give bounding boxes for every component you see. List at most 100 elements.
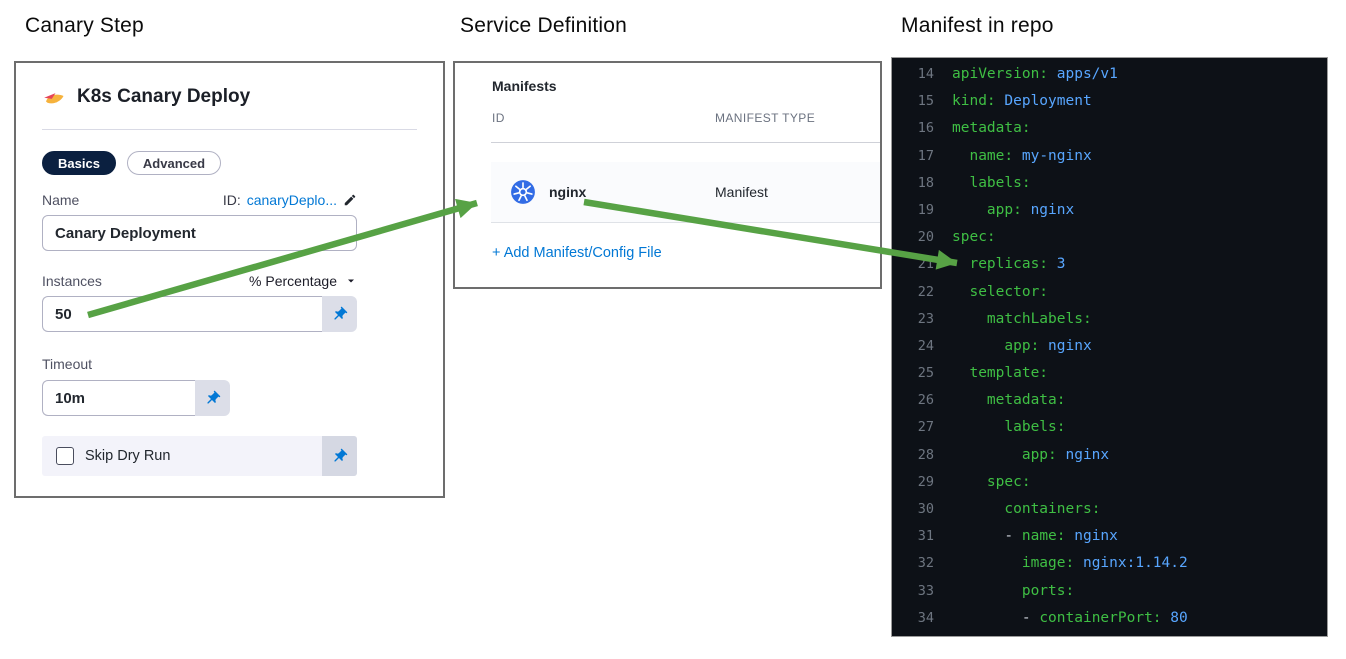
code-text: matchLabels: [986,310,1092,327]
line-number: 30 [917,501,934,517]
manifests-section-title: Manifests [492,78,557,94]
column-header-manifest-type: MANIFEST TYPE [715,111,816,125]
code-text: replicas: 3 [969,256,1066,273]
code-text: image: nginx:1.14.2 [1021,555,1188,572]
code-line: 18 labels: [892,170,1327,197]
canary-bird-icon [44,92,64,103]
code-text: name: my-nginx [969,147,1092,164]
column-header-id: ID [492,111,505,125]
code-line: 33 ports: [892,578,1327,605]
line-number: 15 [917,93,934,110]
code-line: 16 metadata: [892,115,1327,142]
instances-input[interactable] [42,296,322,332]
instances-unit-dropdown[interactable]: % Percentage [249,273,357,289]
manifest-type: Manifest [715,184,768,200]
skip-dry-run-row: Skip Dry Run [42,436,357,476]
step-id: ID: canaryDeplo... [223,192,357,208]
instances-pin-button[interactable] [322,296,357,332]
line-number: 29 [917,473,934,490]
step-title-row: K8s Canary Deploy [42,86,417,108]
code-line: 23 matchLabels: [892,306,1327,333]
line-number: 18 [917,174,934,191]
code-text: labels: [1004,419,1066,436]
code-text: - name: nginx [1004,528,1118,545]
pin-icon [334,306,348,319]
manifest-table-row[interactable]: nginx Manifest [491,162,880,223]
timeout-input[interactable] [42,380,195,416]
line-number: 25 [917,365,934,382]
code-line: 25 template: [892,360,1327,387]
add-manifest-link[interactable]: + Add Manifest/Config File [492,245,662,261]
instances-unit-value: % Percentage [249,273,337,289]
timeout-pin-button[interactable] [195,380,230,416]
manifest-id: nginx [549,184,587,200]
title-divider [42,129,417,130]
code-text: labels: [969,174,1031,191]
edit-pencil-icon[interactable] [343,193,357,207]
code-line: 31 - name: nginx [892,523,1327,550]
skip-dry-run-checkbox[interactable] [56,447,74,465]
canary-step-panel: K8s Canary Deploy Basics Advanced Name I… [14,61,445,498]
tab-basics[interactable]: Basics [42,151,116,175]
table-divider [491,142,880,143]
name-field: Name ID: canaryDeplo... [42,192,357,251]
line-number: 16 [917,120,934,137]
name-input[interactable] [42,215,357,251]
kubernetes-icon [511,180,535,204]
code-text: containers: [1004,501,1101,517]
pin-icon [334,448,348,461]
code-line: 19 app: nginx [892,197,1327,224]
skip-dry-run-pin-button[interactable] [322,436,357,476]
code-line: 28 app: nginx [892,442,1327,469]
code-line: 26 metadata: [892,387,1327,414]
code-line: 27 labels: [892,414,1327,441]
code-line: 21 replicas: 3 [892,251,1327,278]
step-tabs: Basics Advanced [42,151,417,175]
line-number: 19 [917,201,934,218]
line-number: 28 [917,446,934,463]
code-line: 29 spec: [892,469,1327,496]
heading-manifest-in-repo: Manifest in repo [901,14,1054,37]
name-label: Name [42,192,80,208]
code-text: spec: [986,473,1031,490]
line-number: 31 [917,528,934,545]
line-number: 23 [917,310,934,327]
code-line: 24 app: nginx [892,333,1327,360]
line-number: 22 [917,283,934,300]
code-line: 22 selector: [892,279,1327,306]
skip-dry-run-label: Skip Dry Run [85,448,171,464]
code-line: 34 - containerPort: 80 [892,605,1327,632]
tab-advanced[interactable]: Advanced [126,151,222,175]
chevron-down-icon [348,279,354,283]
service-definition-panel: Manifests ID MANIFEST TYPE nginx Manifes… [453,61,882,289]
code-text: kind: Deployment [952,93,1092,110]
instances-field: Instances % Percentage [42,273,357,332]
code-text: app: nginx [1004,337,1092,354]
manifest-code-editor[interactable]: 14 apiVersion: apps/v1 15 kind: Deployment 1… [891,57,1328,637]
manifests-column-headers: ID MANIFEST TYPE [455,94,880,125]
step-title: K8s Canary Deploy [77,86,251,107]
pin-icon [207,390,221,403]
id-value: canaryDeplo... [246,192,337,208]
code-text: ports: [1021,582,1075,599]
code-line: 17 name: my-nginx [892,143,1327,170]
code-line: 32 image: nginx:1.14.2 [892,550,1327,577]
instances-label: Instances [42,273,102,289]
code-text: metadata: [986,392,1066,409]
code-text: template: [969,365,1049,382]
timeout-field: Timeout [42,356,357,416]
line-number: 27 [917,419,934,436]
line-number: 17 [917,147,934,164]
line-number: 26 [917,392,934,409]
id-label: ID: [222,192,241,208]
code-line: 20 spec: [892,224,1327,251]
line-number: 20 [917,229,934,246]
line-number: 34 [917,609,934,626]
code-line: 30 containers: [892,496,1327,523]
heading-service-definition: Service Definition [460,14,628,37]
code-lines: 14 apiVersion: apps/v1 15 kind: Deployment 1… [892,61,1327,632]
code-text: metadata: [952,120,1031,137]
line-number: 14 [917,66,934,82]
line-number: 32 [917,555,934,572]
line-number: 33 [917,582,934,599]
